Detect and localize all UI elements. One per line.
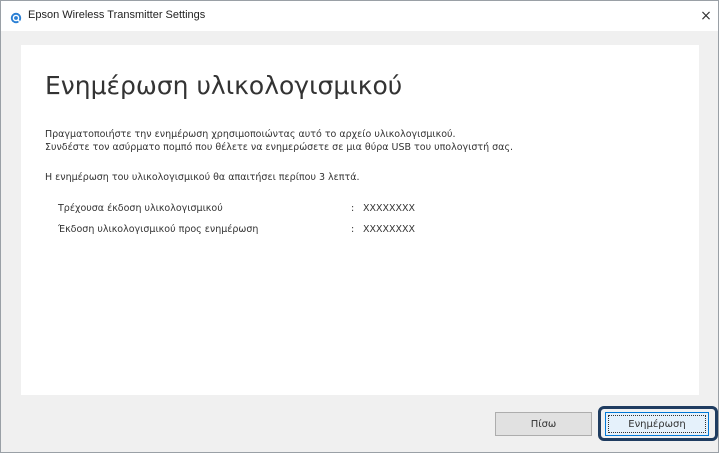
current-version-row: Τρέχουσα έκδοση υλικολογισμικού : XXXXXX… [58, 203, 415, 214]
current-version-label: Τρέχουσα έκδοση υλικολογισμικού [58, 203, 223, 214]
instruction-line-1: Πραγματοποιήστε την ενημέρωση χρησιμοποι… [45, 129, 456, 140]
current-version-separator: : [351, 203, 355, 214]
close-icon: × [700, 8, 712, 24]
target-version-label: Έκδοση υλικολογισμικού προς ενημέρωση [58, 224, 259, 235]
page-title: Ενημέρωση υλικολογισμικού [45, 71, 403, 100]
window-title: Epson Wireless Transmitter Settings [28, 9, 206, 21]
target-version-separator: : [351, 224, 355, 235]
title-bar: Epson Wireless Transmitter Settings × [1, 1, 718, 31]
instruction-line-2: Συνδέστε τον ασύρματο πομπό που θέλετε ν… [45, 142, 514, 153]
app-icon [10, 9, 22, 24]
back-button[interactable]: Πίσω [495, 412, 592, 436]
focus-rectangle [608, 415, 706, 433]
content-panel: Ενημέρωση υλικολογισμικού Πραγματοποιήστ… [21, 45, 699, 395]
duration-note: Η ενημέρωση του υλικολογισμικού θα απαιτ… [45, 172, 360, 183]
settings-window: Epson Wireless Transmitter Settings × Εν… [0, 0, 719, 453]
target-version-row: Έκδοση υλικολογισμικού προς ενημέρωση : … [58, 224, 415, 235]
close-button[interactable]: × [694, 1, 718, 31]
update-button[interactable]: Ενημέρωση [605, 412, 709, 436]
target-version-value: XXXXXXXX [363, 224, 416, 235]
current-version-value: XXXXXXXX [363, 203, 416, 214]
